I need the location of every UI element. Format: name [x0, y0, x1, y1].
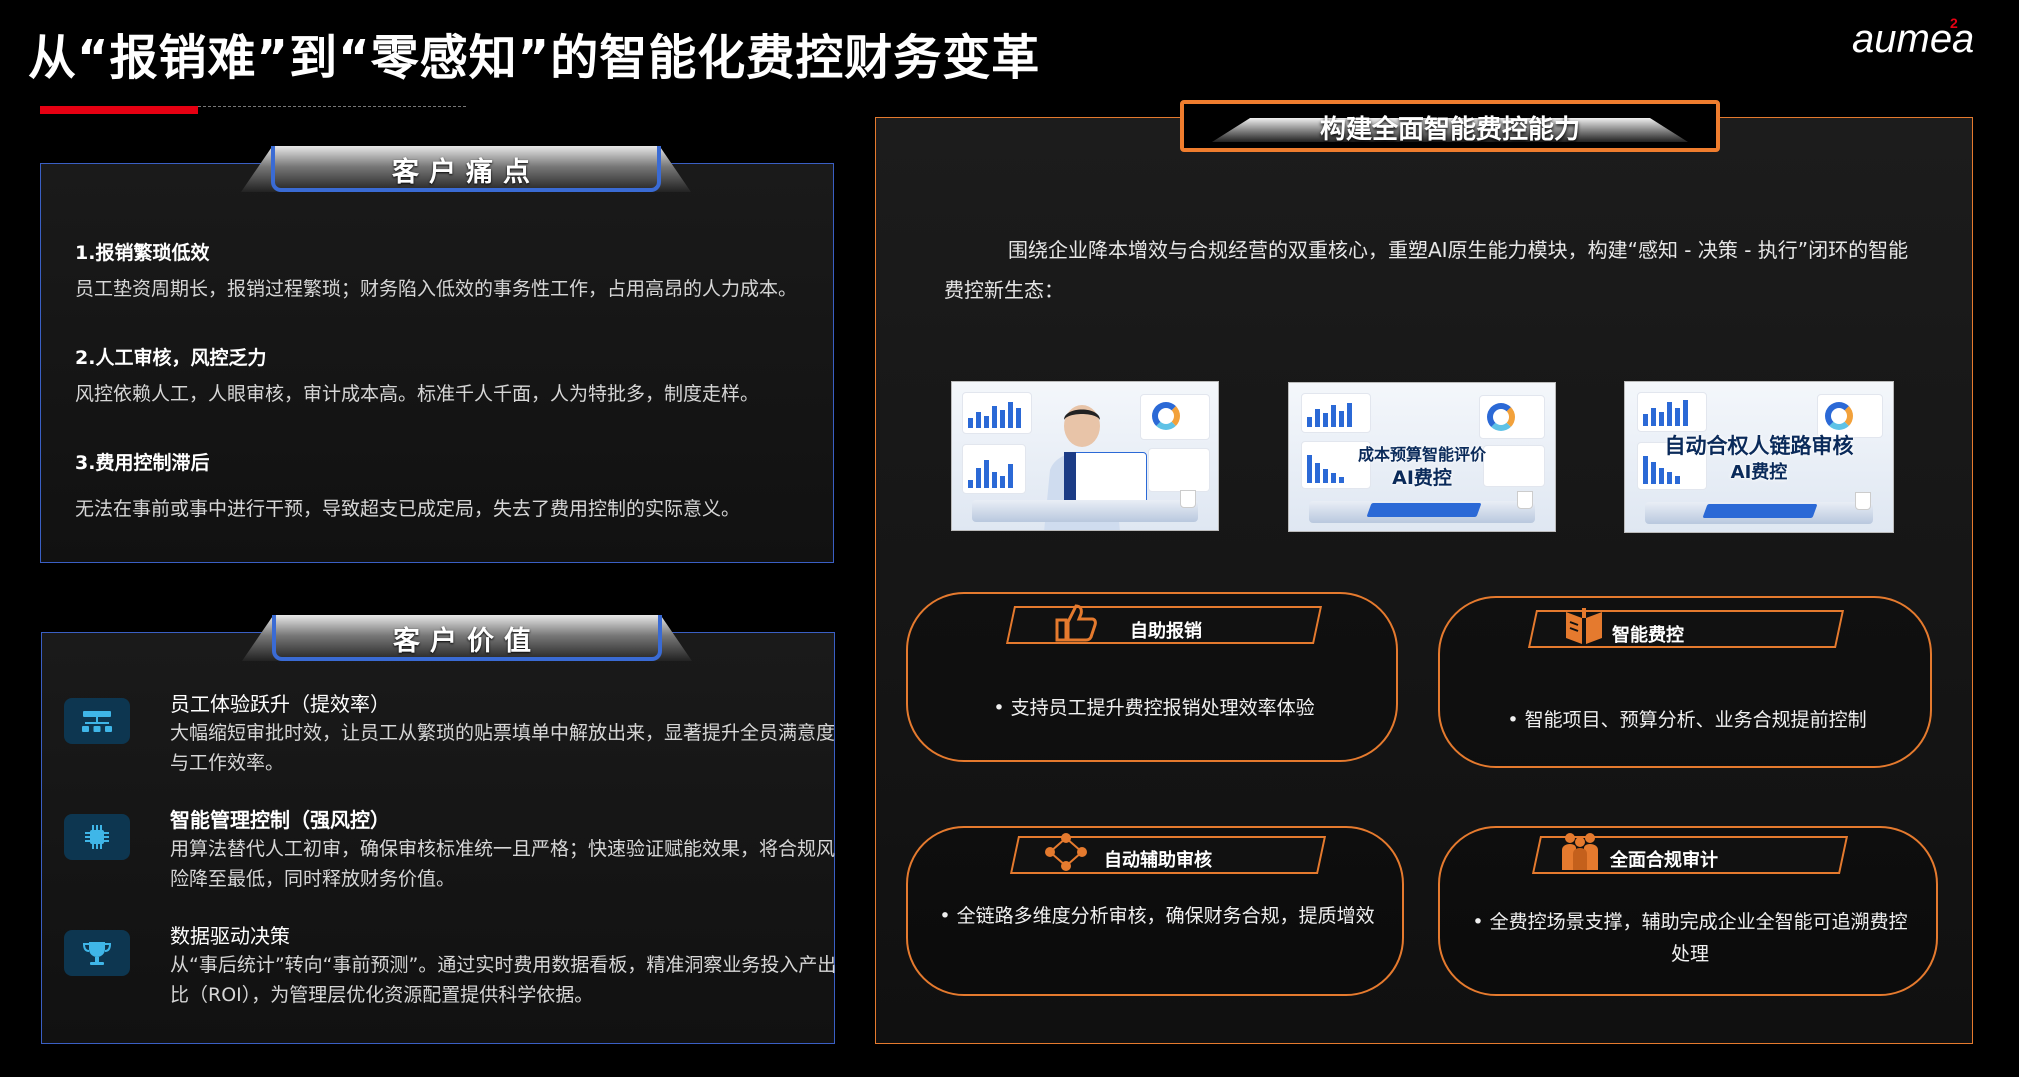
capability-image: [951, 381, 1219, 531]
capability-image: 自动合权人链路审核 AI费控: [1624, 381, 1894, 533]
chip-icon: [64, 814, 130, 860]
brand-logo: aumea 2: [1852, 15, 1974, 60]
capability-image: 成本预算智能评价 AI费控: [1288, 382, 1556, 532]
svg-text:2: 2: [1950, 15, 1958, 31]
feature-card: 自动辅助审核 • 全链路多维度分析审核，确保财务合规，提质增效: [906, 826, 1404, 996]
feature-label: 自动辅助审核: [1104, 850, 1212, 871]
feature-card: 全面合规审计 • 全费控场景支撑，辅助完成企业全智能可追溯费控处理: [1438, 826, 1938, 996]
network-icon: [1045, 833, 1087, 871]
book-icon: [1566, 608, 1602, 644]
pain-item-desc: 无法在事前或事中进行干预，导致超支已成定局，失去了费用控制的实际意义。: [75, 498, 741, 520]
pain-points-panel: 客户痛点 1.报销繁琐低效 员工垫资周期长，报销过程繁琐；财务陷入低效的事务性工…: [40, 146, 834, 563]
feature-text: • 支持员工提升费控报销处理效率体验: [993, 697, 1315, 719]
capability-image-caption: AI费控: [1730, 462, 1788, 483]
pain-points-header-label: 客户痛点: [392, 157, 540, 188]
feature-label: 智能费控: [1612, 625, 1684, 646]
capability-image-caption: 成本预算智能评价: [1357, 445, 1486, 464]
feature-text: • 智能项目、预算分析、业务合规提前控制: [1507, 709, 1867, 731]
capability-header-label: 构建全面智能费控能力: [1319, 115, 1580, 145]
value-item-desc: 大幅缩短审批时效，让员工从繁琐的贴票填单中解放出来，显著提升全员满意度与工作效率…: [170, 722, 836, 774]
capability-image-caption: 自动合权人链路审核: [1664, 434, 1854, 458]
title-dashed-line: [198, 106, 466, 107]
pain-item-desc: 员工垫资周期长，报销过程繁琐；财务陷入低效的事务性工作，占用高昂的人力成本。: [75, 278, 798, 300]
pain-points-header: 客户痛点: [241, 146, 691, 192]
feature-text: • 全链路多维度分析审核，确保财务合规，提质增效: [939, 905, 1375, 927]
capability-image-caption: AI费控: [1392, 467, 1452, 489]
value-item-desc: 从“事后统计”转向“事前预测”。通过实时费用数据看板，精准洞察业务投入产出比（R…: [170, 954, 837, 1006]
feature-label: 自助报销: [1130, 621, 1202, 642]
page-title: 从“报销难”到“零感知”的智能化费控财务变革: [28, 30, 1041, 86]
people-icon: [1562, 833, 1598, 870]
value-item: 数据驱动决策 从“事后统计”转向“事前预测”。通过实时费用数据看板，精准洞察业务…: [64, 920, 836, 1020]
title-underline: [40, 106, 198, 114]
value-item: 智能管理控制（强风控） 用算法替代人工初审，确保审核标准统一且严格；快速验证赋能…: [64, 804, 835, 894]
capability-panel: 构建全面智能费控能力 围绕企业降本增效与合规经营的双重核心，重塑AI原生能力模块…: [875, 100, 1973, 1044]
pain-item-title: 2.人工审核，风控乏力: [75, 347, 267, 369]
value-item: 员工体验跃升（提效率） 大幅缩短审批时效，让员工从繁琐的贴票填单中解放出来，显著…: [64, 688, 835, 778]
customer-value-header: 客户价值: [242, 615, 692, 661]
value-item-title: 数据驱动决策: [170, 924, 290, 948]
feature-text: • 全费控场景支撑，辅助完成企业全智能可追溯费控处理: [1472, 911, 1908, 965]
value-item-desc: 用算法替代人工初审，确保审核标准统一且严格；快速验证赋能效果，将合规风险降至最低…: [170, 838, 836, 890]
value-item-title: 员工体验跃升（提效率）: [170, 692, 390, 716]
trophy-icon: [64, 930, 130, 976]
customer-value-header-label: 客户价值: [393, 626, 541, 657]
customer-value-panel: 客户价值 员工体验跃升（提效率） 大幅缩短审批时效，让员工从繁琐的贴票填单中解放…: [41, 615, 836, 1044]
pain-item-desc: 风控依赖人工，人眼审核，审计成本高。标准千人千面，人为特批多，制度走样。: [75, 383, 760, 405]
thumbs-up-icon: [1055, 604, 1097, 642]
pain-item-title: 3.费用控制滞后: [75, 452, 210, 474]
hierarchy-icon: [64, 698, 130, 744]
feature-label: 全面合规审计: [1610, 850, 1718, 871]
pain-item-title: 1.报销繁琐低效: [75, 242, 210, 264]
feature-card: 自助报销 • 支持员工提升费控报销处理效率体验: [906, 592, 1398, 762]
feature-card: 智能费控 • 智能项目、预算分析、业务合规提前控制: [1438, 596, 1932, 768]
capability-header: 构建全面智能费控能力: [1180, 100, 1720, 152]
value-item-title: 智能管理控制（强风控）: [170, 808, 390, 832]
capability-intro: 围绕企业降本增效与合规经营的双重核心，重塑AI原生能力模块，构建“感知 - 决策…: [944, 238, 1909, 302]
